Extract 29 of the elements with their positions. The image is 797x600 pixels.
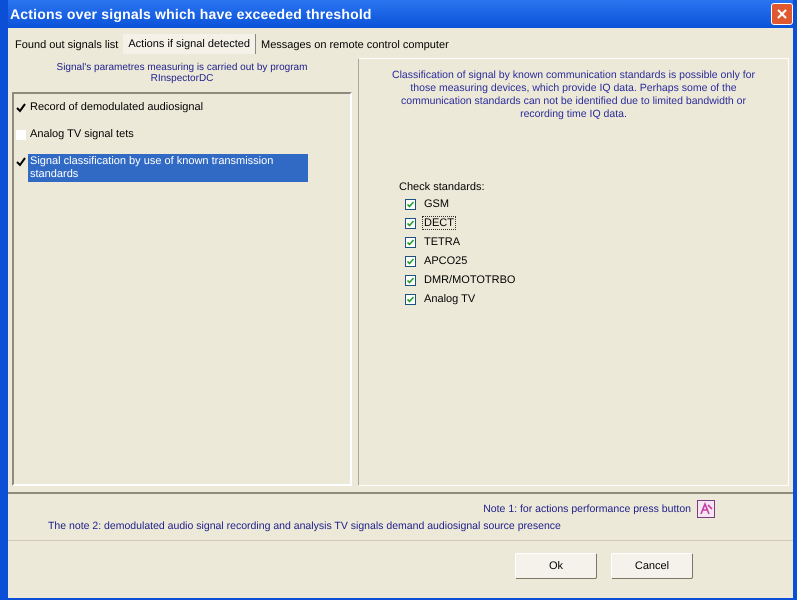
checkbox[interactable] <box>405 256 416 266</box>
checkbox[interactable] <box>405 198 416 210</box>
tab[interactable]: Actions if signal detected <box>123 34 256 54</box>
cancel-button[interactable]: Cancel <box>611 553 693 579</box>
checkbox-label[interactable]: APCO25 <box>422 254 470 268</box>
checkbox[interactable] <box>405 218 416 228</box>
tab[interactable]: Found out signals list <box>10 36 124 54</box>
checkbox-label[interactable]: GSM <box>422 197 452 211</box>
checkbox-label[interactable]: Analog TV <box>422 292 478 306</box>
checkbox-label[interactable]: DECT <box>422 216 456 230</box>
list-item[interactable]: Signal classification by use of known transmission standards <box>28 154 308 182</box>
checkbox-label[interactable]: TETRA <box>422 235 462 249</box>
list-item[interactable]: Record of demodulated audiosignal <box>28 100 308 115</box>
checkbox[interactable] <box>405 236 416 248</box>
tab[interactable]: Messages on remote control computer <box>256 36 454 54</box>
list-item[interactable]: Analog TV signal tets <box>28 127 308 142</box>
note-text: Note 1: for actions performance press button <box>483 503 691 515</box>
close-icon <box>776 8 788 20</box>
checkbox[interactable] <box>405 294 416 304</box>
info-text: Classification of signal by known communication standards is possible only for those measuring devices, which provide IQ data. Perhaps some of the communication standards can not be identified due to limited bandwidth or recording time IQ data. <box>390 69 756 121</box>
ok-button[interactable]: Ok <box>515 553 597 579</box>
header-text: Signal's parametres measuring is carried out by program RInspectorDC <box>56 61 308 86</box>
close-button[interactable] <box>771 3 793 25</box>
checkbox-label[interactable]: DMR/MOTOTRBO <box>422 273 518 287</box>
checkbox[interactable] <box>405 274 416 286</box>
action-icon <box>697 500 715 518</box>
note-text: The note 2: demodulated audio signal recording and analysis TV signals demand audiosignal source presence <box>48 520 561 532</box>
standards-label: Check standards: <box>399 181 486 193</box>
window-title: Actions over signals which have exceeded threshold <box>9 6 372 22</box>
